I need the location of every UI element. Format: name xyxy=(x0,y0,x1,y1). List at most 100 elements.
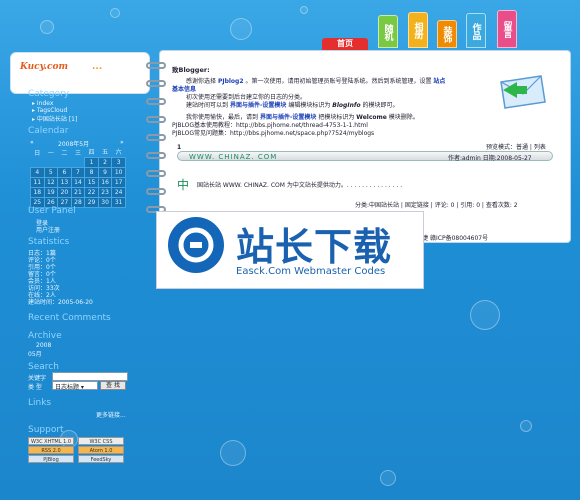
archive-month-link[interactable]: 05月 xyxy=(28,349,42,358)
tab-decor[interactable]: 装饰 xyxy=(437,20,457,48)
greeting: 致Blogger: xyxy=(172,66,210,74)
search-type-select[interactable]: 日志标题 ▾ xyxy=(52,381,98,391)
tab-guestbook[interactable]: 留言 xyxy=(497,10,517,48)
tab-works[interactable]: 作品 xyxy=(466,13,486,48)
badge-atom[interactable]: Atom 1.0 xyxy=(78,446,124,454)
calendar-day: 3 xyxy=(111,156,126,168)
calendar-day: 30 xyxy=(97,196,113,208)
module-settings-link[interactable]: 界面与插件-设置模块 xyxy=(230,102,287,109)
weekday-label: 一 xyxy=(47,149,54,157)
binder-ring xyxy=(146,98,166,105)
site-logo[interactable]: Kucy.com xyxy=(20,62,68,72)
calendar-day: 22 xyxy=(84,186,99,198)
calendar-day: 6 xyxy=(57,166,72,178)
badge-pjblog[interactable]: PJBlog xyxy=(28,455,74,463)
calendar-day: 1 xyxy=(84,156,99,168)
entry-dropcap: 中 xyxy=(177,178,190,192)
calendar-day: 2 xyxy=(97,156,113,168)
category-item-index[interactable]: ▸ Index xyxy=(32,100,53,107)
entry-meta: 作者:admin 日期:2008-05-27 xyxy=(448,155,532,162)
calendar-day: 9 xyxy=(97,166,113,178)
calendar-day: 29 xyxy=(84,196,99,208)
archive-year: 2008 xyxy=(36,342,52,349)
weekday-label: 六 xyxy=(115,149,122,157)
faq-link[interactable]: PJBLOG常见问题集：http://bbs.pjhome.net/space.… xyxy=(172,128,374,137)
search-button[interactable]: 查 找 xyxy=(100,381,126,390)
calendar-next-icon[interactable]: » xyxy=(120,139,124,146)
calendar-day: 7 xyxy=(70,166,86,178)
calendar-day: 17 xyxy=(111,176,126,188)
bubble-decoration xyxy=(110,8,120,18)
binder-ring xyxy=(146,170,166,177)
support-title: Support xyxy=(28,425,64,435)
logo-dots: ... xyxy=(92,62,103,72)
calendar-day: 15 xyxy=(84,176,99,188)
welcome-line-1: 感谢你选择 PJblog2 。第一次使用，请用初始管理员账号登陆系统。然后到系统… xyxy=(186,76,445,85)
welcome-line-4: 建站时间可以到 界面与插件-设置模块 编辑模块标识为 BlogInfo 的模块即… xyxy=(186,100,399,109)
bubble-decoration xyxy=(230,18,252,40)
calendar-day xyxy=(31,157,45,167)
watermark-logo-mark xyxy=(178,227,214,263)
more-links[interactable]: 更多链接... xyxy=(96,410,126,419)
archive-title: Archive xyxy=(28,331,62,341)
statistics-title: Statistics xyxy=(28,237,70,247)
calendar-title: Calendar xyxy=(28,126,69,136)
watermark-subtitle: Easck.Com Webmaster Codes xyxy=(236,266,386,277)
badge-css[interactable]: W3C CSS xyxy=(78,437,124,445)
watermark-logo-icon xyxy=(168,217,224,273)
weekday-label: 四 xyxy=(88,149,95,157)
search-select-value: 日志标题 xyxy=(55,384,80,391)
entry-footer[interactable]: 分类:中国站长站 | 固定链接 | 评论: 0 | 引用: 0 | 查看次数: … xyxy=(355,200,518,209)
watermark-title: 站长下载 xyxy=(236,225,393,269)
bubble-decoration xyxy=(220,440,246,466)
bubble-decoration xyxy=(520,420,532,432)
calendar-day xyxy=(58,157,72,167)
category-item-chinaz[interactable]: ▸ 中国站长站 [1] xyxy=(32,114,77,123)
calendar-day: 13 xyxy=(57,176,72,188)
category-label: Index xyxy=(36,100,54,107)
calendar-day: 20 xyxy=(57,186,72,198)
calendar-prev-icon[interactable]: « xyxy=(30,139,34,146)
entry-number: 1 xyxy=(177,144,182,151)
tab-album[interactable]: 相册 xyxy=(408,12,428,48)
brand-name: PJblog2 xyxy=(217,78,244,85)
category-label: TagsCloud xyxy=(36,107,68,114)
badge-xhtml[interactable]: W3C XHTML 1.0 xyxy=(28,437,74,445)
text-span: 模块删除。 xyxy=(388,114,419,121)
register-link[interactable]: 用户注册 xyxy=(36,225,60,234)
weekday-label: 二 xyxy=(61,149,68,157)
bubble-decoration xyxy=(40,20,54,34)
logo-box xyxy=(10,52,150,94)
text-span: 建站时间可以到 xyxy=(186,102,229,109)
bubble-decoration xyxy=(470,300,500,330)
entry-title[interactable]: WWW. CHINAZ. COM xyxy=(189,153,277,161)
category-item-tagscloud[interactable]: ▸ TagsCloud xyxy=(32,107,67,114)
calendar-day: 4 xyxy=(30,166,45,178)
binder-ring xyxy=(146,134,166,141)
calendar-day: 11 xyxy=(30,176,45,188)
bloginfo-label: BlogInfo xyxy=(332,102,361,109)
calendar-day xyxy=(44,157,58,167)
search-keyword-label: 关键字 xyxy=(28,375,47,382)
calendar-day: 10 xyxy=(111,166,126,178)
site-info-link[interactable]: 站点 xyxy=(433,78,445,85)
calendar-day: 8 xyxy=(84,166,99,178)
badge-rss[interactable]: RSS 2.0 xyxy=(28,446,74,454)
binder-ring xyxy=(146,188,166,195)
binder-ring xyxy=(146,152,166,159)
search-type-label: 类 型 xyxy=(28,384,42,391)
search-input[interactable] xyxy=(52,372,128,381)
bubble-decoration xyxy=(380,470,396,486)
badge-feedsky[interactable]: FeedSky xyxy=(78,455,124,463)
tab-home[interactable]: 首页 xyxy=(322,38,368,50)
category-label: 中国站长站 [1] xyxy=(36,116,78,123)
search-title: Search xyxy=(28,362,59,372)
text-span: 编辑模块标识为 xyxy=(288,102,331,109)
calendar-grid: 日 一 二 三 四 五 六 1 2 3 4 5 6 7 8 9 10 11 12… xyxy=(30,147,126,208)
stat-founded: 建站时间：2005-06-20 xyxy=(28,299,93,306)
calendar-day: 24 xyxy=(111,186,126,198)
preview-mode[interactable]: 预览模式：普通 | 列表 xyxy=(486,142,546,151)
bubble-decoration xyxy=(300,6,308,14)
tab-random[interactable]: 随机 xyxy=(378,15,398,48)
calendar-day: 31 xyxy=(111,196,126,208)
